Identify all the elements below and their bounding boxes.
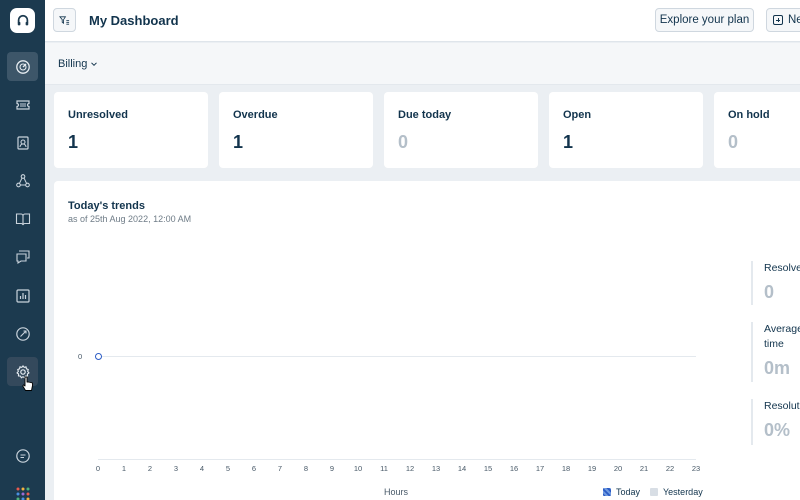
- metric-label: Average time: [764, 323, 800, 350]
- metric-resolved: Resolve 0: [751, 261, 800, 305]
- x-tick-label: 1: [121, 464, 127, 473]
- page-title: My Dashboard: [89, 13, 179, 28]
- trends-subtitle: as of 25th Aug 2022, 12:00 AM: [68, 214, 192, 224]
- card-value: 1: [68, 132, 79, 152]
- new-button-label: Ne: [788, 14, 800, 26]
- card-label: Open: [563, 109, 592, 121]
- x-tick-label: 5: [225, 464, 231, 473]
- card-label: Overdue: [233, 109, 278, 121]
- metric-label: Resolve: [764, 262, 800, 274]
- sidebar-item-reports[interactable]: [7, 281, 38, 310]
- x-tick-label: 4: [199, 464, 205, 473]
- metric-resolution: Resolutio 0%: [751, 399, 800, 445]
- x-tick-label: 2: [147, 464, 153, 473]
- sidebar: [0, 0, 45, 500]
- x-tick-label: 3: [173, 464, 179, 473]
- x-tick-label: 14: [457, 464, 467, 473]
- metric-average-time: Average time 0m: [751, 322, 800, 382]
- apps-icon[interactable]: [16, 487, 30, 500]
- zero-gridline: [98, 356, 696, 357]
- y-tick-label: 0: [78, 352, 83, 361]
- x-tick-label: 0: [95, 464, 101, 473]
- x-tick-label: 20: [613, 464, 623, 473]
- card-on-hold[interactable]: On hold 0: [714, 92, 800, 168]
- card-label: On hold: [728, 109, 770, 121]
- x-axis-line: [98, 459, 696, 460]
- card-value: 0: [728, 132, 739, 152]
- x-tick-label: 9: [329, 464, 335, 473]
- filter-icon: [59, 15, 70, 25]
- group-dropdown-label: Billing: [58, 58, 88, 70]
- metric-value: 0m: [764, 358, 791, 378]
- sidebar-item-solutions[interactable]: [7, 204, 38, 233]
- x-tick-label: 19: [587, 464, 597, 473]
- card-open[interactable]: Open 1: [549, 92, 703, 168]
- x-tick-label: 11: [380, 464, 388, 473]
- card-label: Due today: [398, 109, 452, 121]
- metric-value: 0%: [764, 420, 791, 440]
- group-dropdown[interactable]: Billing: [58, 58, 98, 70]
- card-label: Unresolved: [68, 109, 128, 121]
- metric-label: Resolutio: [764, 400, 800, 412]
- top-header: My Dashboard Explore your plan Ne: [45, 0, 800, 42]
- legend-label: Yesterday: [663, 487, 703, 497]
- x-tick-label: 17: [535, 464, 545, 473]
- solutions-icon: [15, 212, 30, 225]
- x-tick-label: 13: [431, 464, 441, 473]
- card-due-today[interactable]: Due today 0: [384, 92, 538, 168]
- dashboard-icon: [15, 59, 30, 74]
- today-data-point[interactable]: [95, 353, 102, 360]
- app-logo-icon[interactable]: [10, 8, 35, 33]
- x-tick-label: 21: [639, 464, 649, 473]
- x-axis-title: Hours: [384, 487, 409, 497]
- explore-plan-button[interactable]: Explore your plan: [655, 8, 754, 32]
- chat-icon: [15, 448, 30, 463]
- filter-bar: Billing: [45, 43, 800, 85]
- legend-swatch-yesterday: [650, 488, 658, 496]
- x-tick-label: 12: [405, 464, 415, 473]
- card-overdue[interactable]: Overdue 1: [219, 92, 373, 168]
- reports-icon: [15, 288, 30, 303]
- x-tick-label: 22: [665, 464, 675, 473]
- mouse-cursor-icon: [22, 376, 34, 392]
- chevron-down-icon: [91, 62, 98, 67]
- card-unresolved[interactable]: Unresolved 1: [54, 92, 208, 168]
- sidebar-item-admin[interactable]: [7, 319, 38, 348]
- plus-icon: [773, 15, 783, 25]
- metric-value: 0: [764, 282, 775, 302]
- x-tick-label: 18: [561, 464, 571, 473]
- x-tick-label: 8: [303, 464, 309, 473]
- sidebar-item-tickets[interactable]: [7, 90, 38, 119]
- trends-panel: Today's trends as of 25th Aug 2022, 12:0…: [54, 181, 800, 500]
- new-button[interactable]: Ne: [766, 8, 800, 32]
- sidebar-item-dashboard[interactable]: [7, 52, 38, 81]
- filter-toggle-button[interactable]: [53, 8, 76, 32]
- x-tick-label: 10: [353, 464, 363, 473]
- x-tick-label: 6: [251, 464, 257, 473]
- trends-title: Today's trends: [68, 200, 145, 212]
- sidebar-item-groups[interactable]: [7, 166, 38, 195]
- legend-yesterday[interactable]: Yesterday: [650, 487, 703, 497]
- admin-icon: [15, 326, 30, 341]
- contacts-icon: [16, 135, 29, 150]
- x-tick-label: 16: [509, 464, 519, 473]
- forums-icon: [15, 249, 30, 264]
- sidebar-item-chat[interactable]: [7, 441, 38, 470]
- legend-today[interactable]: Today: [603, 487, 640, 497]
- x-tick-label: 15: [483, 464, 493, 473]
- card-value: 1: [233, 132, 244, 152]
- legend-label: Today: [616, 487, 641, 497]
- sidebar-item-forums[interactable]: [7, 242, 38, 271]
- card-value: 1: [563, 132, 574, 152]
- groups-icon: [15, 173, 30, 187]
- legend-swatch-today: [603, 488, 611, 496]
- x-tick-label: 23: [691, 464, 701, 473]
- card-value: 0: [398, 132, 409, 152]
- sidebar-item-contacts[interactable]: [7, 128, 38, 157]
- x-tick-label: 7: [277, 464, 283, 473]
- tickets-icon: [15, 99, 30, 110]
